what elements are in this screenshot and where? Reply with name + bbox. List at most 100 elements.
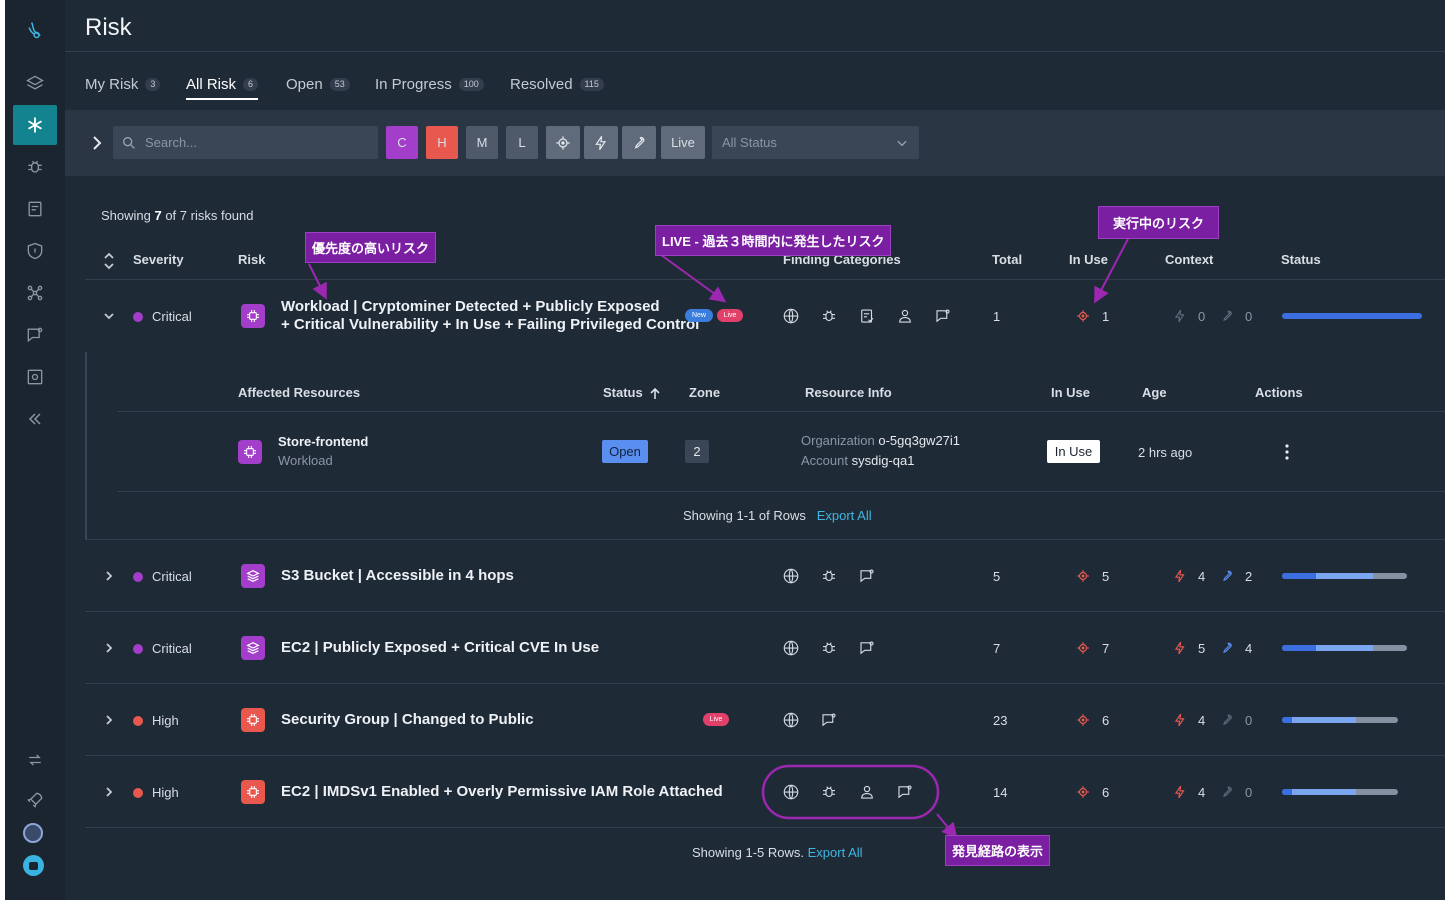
severity-dot — [133, 571, 143, 582]
risk-title[interactable]: Security Group | Changed to Public — [281, 711, 534, 729]
tab-in-progress[interactable]: In Progress 100 — [375, 76, 484, 93]
fix-wrench-icon — [1223, 714, 1232, 726]
logo-icon[interactable] — [13, 10, 57, 50]
filter-low-button[interactable]: L — [506, 126, 538, 159]
fix-wrench-icon — [1223, 310, 1232, 322]
risk-title[interactable]: EC2 | Publicly Exposed + Critical CVE In… — [281, 639, 599, 657]
col-zone[interactable]: Zone — [689, 385, 720, 400]
resource-age: 2 hrs ago — [1138, 445, 1193, 460]
col-severity[interactable]: Severity — [133, 252, 184, 267]
filter-live-button[interactable]: Live — [661, 126, 705, 159]
resource-status-badge[interactable]: Open — [602, 440, 648, 463]
filter-medium-button[interactable]: M — [466, 126, 498, 159]
collapse-icon[interactable] — [13, 399, 57, 439]
chat-alert-icon — [898, 785, 912, 799]
shield-icon[interactable] — [13, 231, 57, 271]
resource-name[interactable]: Store-frontend — [278, 434, 368, 449]
footer-text: Showing 1-5 Rows. — [692, 845, 804, 860]
chat-alert-icon — [860, 641, 874, 655]
col-context[interactable]: Context — [1165, 252, 1213, 267]
tab-my-risk[interactable]: My Risk 3 — [85, 76, 161, 93]
zone-badge: 2 — [685, 440, 709, 463]
chevron-right-icon[interactable] — [103, 786, 115, 798]
security-group-chip-icon — [241, 708, 265, 732]
chevron-right-icon[interactable] — [103, 714, 115, 726]
col-resource-in-use[interactable]: In Use — [1051, 385, 1090, 400]
total-count: 7 — [993, 641, 1001, 656]
support-chat-icon[interactable] — [23, 855, 44, 876]
filter-high-button[interactable]: H — [426, 126, 458, 159]
summary-suffix: of 7 risks found — [161, 208, 254, 223]
tab-resolved[interactable]: Resolved 115 — [510, 76, 604, 93]
col-resource-info[interactable]: Resource Info — [805, 385, 892, 400]
filter-fix-button[interactable] — [622, 126, 656, 159]
severity-label: Critical — [152, 309, 192, 324]
filter-in-use-button[interactable] — [546, 126, 580, 159]
severity-cell: High — [133, 785, 179, 800]
chat-icon[interactable] — [13, 315, 57, 355]
scan-icon[interactable] — [13, 357, 57, 397]
tab-label: In Progress — [375, 76, 452, 93]
risk-title[interactable]: Workload | Cryptominer Detected + Public… — [281, 298, 699, 334]
tab-open[interactable]: Open 53 — [286, 76, 350, 93]
search-input[interactable] — [143, 134, 367, 151]
expand-filters-icon[interactable] — [91, 136, 103, 150]
col-risk[interactable]: Risk — [238, 252, 265, 267]
app-window: Risk My Risk 3 All Risk 6 Open 53 In Progre… — [5, 0, 1445, 900]
tab-count: 115 — [579, 78, 604, 91]
search-box[interactable] — [113, 126, 378, 159]
severity-cell: Critical — [133, 309, 192, 324]
export-all-link[interactable]: Export All — [808, 845, 863, 860]
status-select-value: All Status — [722, 135, 777, 150]
severity-label: High — [152, 785, 179, 800]
avatar[interactable] — [23, 823, 43, 843]
exploit-lightning-icon — [1174, 785, 1185, 799]
fix-count: 0 — [1245, 785, 1253, 800]
progress-segment-resolved — [1282, 573, 1316, 579]
col-age[interactable]: Age — [1142, 385, 1167, 400]
ec2-chip-icon — [241, 780, 265, 804]
filter-exploit-button[interactable] — [584, 126, 618, 159]
col-total[interactable]: Total — [992, 252, 1022, 267]
annotation-discovery-path: 発見経路の表示 — [945, 835, 1051, 866]
chevron-right-icon[interactable] — [103, 570, 115, 582]
chevron-down-icon[interactable] — [103, 310, 115, 322]
main-content: Risk My Risk 3 All Risk 6 Open 53 In Progre… — [65, 0, 1445, 900]
progress-segment-in-progress — [1315, 573, 1374, 579]
more-actions-icon[interactable] — [1281, 443, 1293, 461]
network-icon[interactable] — [13, 273, 57, 313]
risk-asterisk-icon[interactable] — [13, 105, 57, 145]
col-affected-resources[interactable]: Affected Resources — [238, 385, 360, 400]
col-status[interactable]: Status — [1281, 252, 1321, 267]
bug-icon[interactable] — [13, 147, 57, 187]
instance-layers-icon — [241, 636, 265, 660]
exploit-lightning-icon — [1174, 309, 1185, 323]
filter-critical-button[interactable]: C — [386, 126, 418, 159]
status-progress-bar — [1282, 789, 1398, 795]
fix-count: 4 — [1245, 641, 1253, 656]
document-check-icon — [861, 309, 874, 323]
status-select[interactable]: All Status — [712, 126, 919, 159]
chat-alert-icon — [860, 569, 874, 583]
sort-icon[interactable] — [103, 252, 115, 270]
risk-title[interactable]: S3 Bucket | Accessible in 4 hops — [281, 567, 514, 585]
layers-icon[interactable] — [13, 63, 57, 103]
in-use-crosshair-icon — [1077, 310, 1089, 322]
col-resource-status[interactable]: Status — [603, 385, 660, 400]
tab-all-risk[interactable]: All Risk 6 — [186, 76, 259, 93]
fix-wrench-icon — [1223, 786, 1232, 798]
report-icon[interactable] — [13, 189, 57, 229]
export-all-link[interactable]: Export All — [817, 508, 872, 523]
chevron-right-icon[interactable] — [103, 642, 115, 654]
rocket-icon[interactable] — [13, 780, 57, 820]
sync-icon[interactable] — [13, 740, 57, 780]
expanded-indent-line — [85, 352, 87, 540]
user-icon — [899, 309, 911, 323]
col-in-use[interactable]: In Use — [1069, 252, 1108, 267]
exploit-count: 4 — [1198, 713, 1206, 728]
expanded-footer-text: Showing 1-1 of Rows — [683, 508, 806, 523]
progress-segment-resolved — [1282, 789, 1293, 795]
risk-title[interactable]: EC2 | IMDSv1 Enabled + Overly Permissive… — [281, 783, 723, 801]
globe-icon — [783, 712, 799, 728]
active-tab-indicator — [186, 98, 258, 100]
